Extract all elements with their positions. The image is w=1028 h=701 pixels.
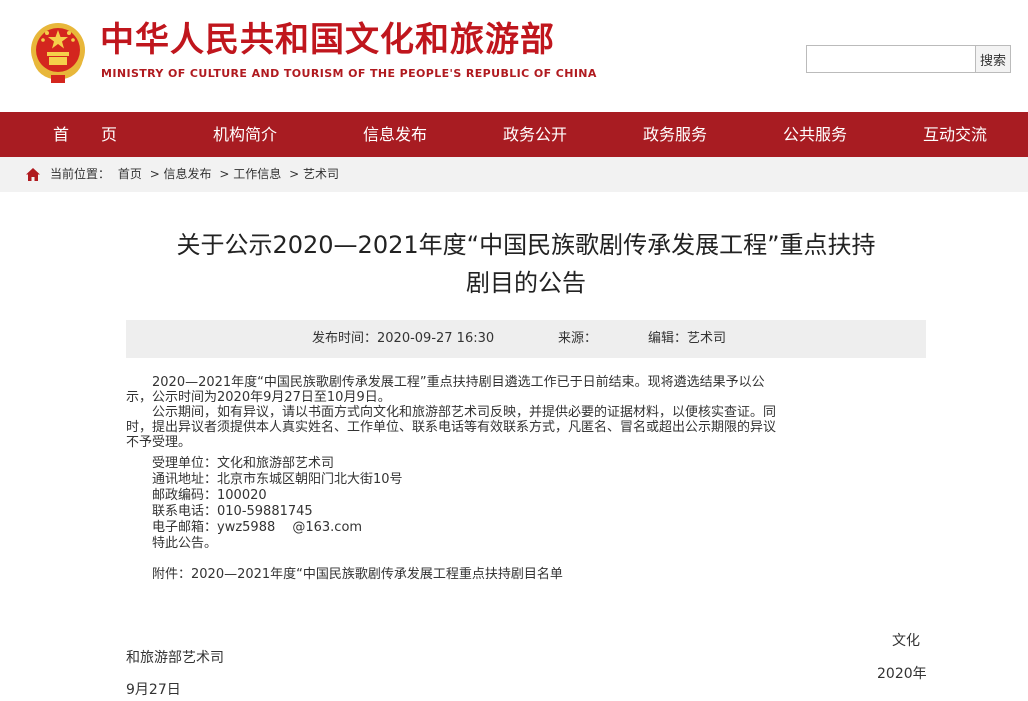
search-input[interactable] xyxy=(806,45,976,73)
site-header: 中华人民共和国文化和旅游部 MINISTRY OF CULTURE AND TO… xyxy=(0,0,1028,112)
article-meta: 发布时间：2020-09-27 16:30 来源： 编辑：艺术司 xyxy=(126,320,926,358)
attachment-link[interactable]: 附件：2020—2021年度“中国民族歌剧传承发展工程重点扶持剧目名单 xyxy=(126,567,926,582)
breadcrumb-work-info[interactable]: > 工作信息 xyxy=(219,167,281,181)
main-nav: 首 页 机构简介 信息发布 政务公开 政务服务 公共服务 互动交流 xyxy=(0,112,1028,157)
nav-item-about[interactable]: 机构简介 xyxy=(185,112,305,157)
national-emblem-icon[interactable] xyxy=(27,20,89,84)
site-subtitle: MINISTRY OF CULTURE AND TOURISM OF THE P… xyxy=(101,67,597,80)
publish-time: 发布时间：2020-09-27 16:30 xyxy=(312,331,495,346)
contact-phone: 联系电话：010-59881745 xyxy=(126,504,313,519)
nav-item-news[interactable]: 信息发布 xyxy=(335,112,455,157)
paragraph-line: 不予受理。 xyxy=(126,435,192,450)
paragraph-line: 示，公示时间为2020年9月27日至10月9日。 xyxy=(126,390,391,405)
date-part1: 2020年 xyxy=(877,666,927,682)
article-title-line1: 关于公示2020—2021年度“中国民族歌剧传承发展工程”重点扶持 xyxy=(176,231,876,259)
contact-email: 电子邮箱：ywz5988 @163.com xyxy=(126,520,363,535)
breadcrumb-label: 当前位置： xyxy=(50,167,111,181)
paragraph-line: 公示期间，如有异议，请以书面方式向文化和旅游部艺术司反映，并提供必要的证据材料，… xyxy=(126,405,777,420)
article-editor: 编辑：艺术司 xyxy=(648,331,727,346)
paragraph-line: 时，提出异议者须提供本人真实姓名、工作单位、联系电话等有效联系方式，凡匿名、冒名… xyxy=(126,420,777,435)
home-icon xyxy=(26,168,40,181)
date-part2: 9月27日 xyxy=(126,682,181,698)
nav-item-interaction[interactable]: 互动交流 xyxy=(895,112,1015,157)
contact-unit: 受理单位：文化和旅游部艺术司 xyxy=(126,456,335,471)
search-button[interactable]: 搜索 xyxy=(975,45,1011,73)
paragraph-line: 2020—2021年度“中国民族歌剧传承发展工程”重点扶持剧目遴选工作已于日前结… xyxy=(126,375,765,390)
site-title[interactable]: 中华人民共和国文化和旅游部 xyxy=(100,20,555,60)
breadcrumb-art-dept[interactable]: > 艺术司 xyxy=(289,167,339,181)
nav-item-public-services[interactable]: 公共服务 xyxy=(755,112,875,157)
nav-item-gov-affairs[interactable]: 政务公开 xyxy=(475,112,595,157)
breadcrumb-news[interactable]: > 信息发布 xyxy=(150,167,212,181)
closing-text: 特此公告。 xyxy=(126,536,218,551)
article-title-line2: 剧目的公告 xyxy=(466,269,586,297)
article-source: 来源： xyxy=(558,331,598,346)
nav-item-gov-services[interactable]: 政务服务 xyxy=(615,112,735,157)
signature-part2: 和旅游部艺术司 xyxy=(126,650,224,666)
contact-address: 通讯地址：北京市东城区朝阳门北大街10号 xyxy=(126,472,403,487)
breadcrumb-home[interactable]: 首页 xyxy=(118,167,142,181)
breadcrumb: 当前位置： 首页 > 信息发布 > 工作信息 > 艺术司 xyxy=(0,157,1028,192)
signature-part1: 文化 xyxy=(892,633,920,649)
article-title: 关于公示2020—2021年度“中国民族歌剧传承发展工程”重点扶持 剧目的公告 xyxy=(126,226,926,302)
contact-zip: 邮政编码：100020 xyxy=(126,488,267,503)
nav-item-home[interactable]: 首 页 xyxy=(25,112,145,157)
